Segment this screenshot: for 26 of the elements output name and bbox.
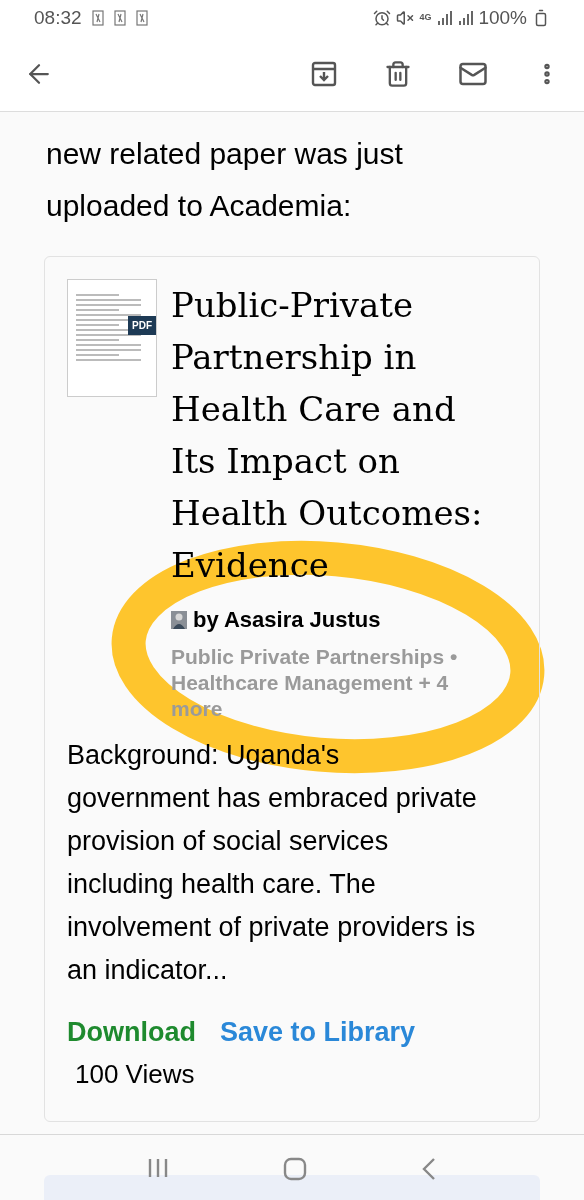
- back-icon[interactable]: [421, 1157, 437, 1181]
- alarm-icon: [373, 9, 392, 27]
- archive-icon[interactable]: [310, 59, 338, 88]
- author-name[interactable]: by Asasira Justus: [193, 603, 381, 636]
- action-link[interactable]: Save to Library: [220, 1012, 416, 1053]
- mute-icon: [396, 9, 415, 27]
- recent-apps-icon[interactable]: [147, 1157, 169, 1179]
- battery-level: 100%: [478, 5, 527, 30]
- signal-icon: [457, 10, 474, 26]
- paper-title[interactable]: Public-Private Partnership in Health Care and Its Impact on Health Outcomes: Evidence: [171, 279, 511, 591]
- pdf-badge: PDF: [128, 316, 156, 335]
- paper-abstract: Background: Uganda's government has embraced private provision of social services including health care. The involvement of private providers is an indicator...: [67, 739, 477, 987]
- action-link[interactable]: Download: [67, 1012, 196, 1053]
- home-icon[interactable]: [283, 1157, 307, 1181]
- message-text-line: new related paper was just: [46, 136, 404, 172]
- status-time: 08:32: [34, 5, 82, 30]
- message-text-line: uploaded to Academia:: [46, 188, 353, 224]
- view-count: 100 Views: [75, 1057, 196, 1091]
- network-type: 4G: [419, 11, 432, 25]
- notification-icon: [113, 10, 126, 26]
- notification-icon: [135, 10, 148, 26]
- signal-icon: [436, 10, 453, 26]
- avatar-icon: [171, 610, 187, 629]
- notification-icon: [91, 10, 104, 26]
- delete-icon[interactable]: [384, 59, 412, 88]
- paper-thumbnail[interactable]: PDF: [67, 279, 157, 397]
